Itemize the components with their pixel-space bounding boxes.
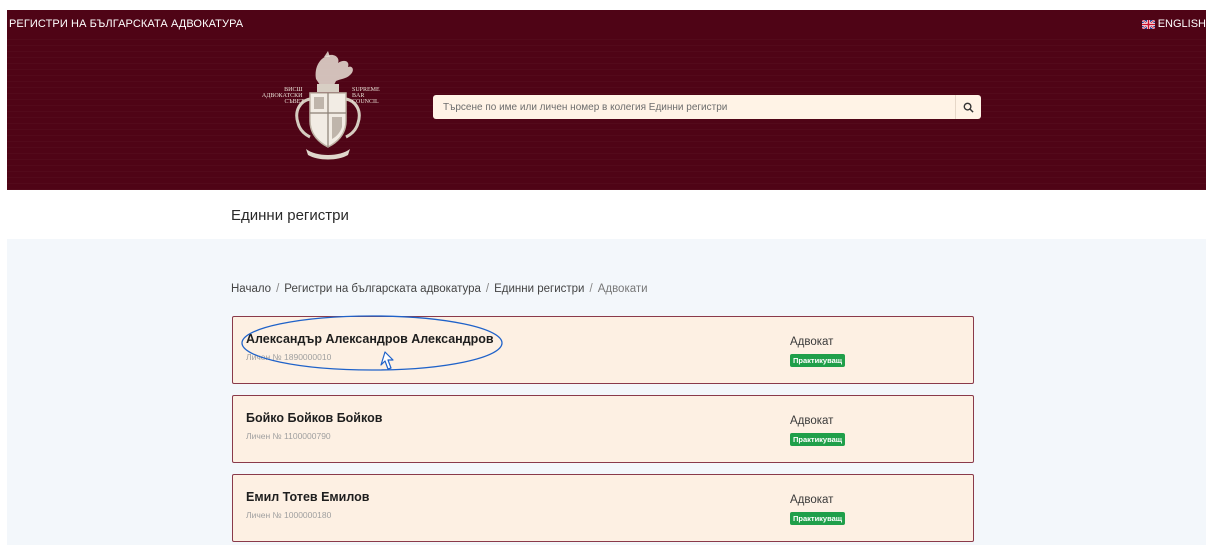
lawyer-reg-number: Личен № 1100000790 — [246, 431, 331, 441]
header-banner: ВИСШ АДВОКАТСКИ СЪВЕТ SUPREME BAR COUNCI… — [7, 38, 1206, 190]
lawyer-role: Адвокат — [790, 415, 834, 427]
breadcrumb-lawyers: Адвокати — [597, 283, 648, 295]
status-badge: Практикуващ — [790, 433, 846, 446]
lawyer-role: Адвокат — [790, 494, 834, 506]
lawyer-role: Адвокат — [790, 336, 834, 348]
lawyer-reg-number: Личен № 1000000180 — [246, 510, 332, 520]
language-label: ENGLISH — [1157, 18, 1206, 30]
breadcrumb-home[interactable]: Начало — [231, 283, 271, 295]
logo-right-text: SUPREME BAR COUNCIL — [352, 87, 381, 105]
search-icon — [963, 102, 974, 113]
search-input[interactable] — [433, 95, 955, 119]
breadcrumb-separator: / — [276, 283, 280, 295]
top-bar: РЕГИСТРИ НА БЪЛГАРСКАТА АДВОКАТУРА ENGLI… — [7, 10, 1206, 38]
breadcrumb-separator: / — [589, 283, 593, 295]
breadcrumb-separator: / — [485, 283, 490, 295]
status-badge: Практикуващ — [790, 512, 846, 525]
lawyer-reg-number: Личен № 1890000010 — [246, 352, 332, 362]
uk-flag-icon — [1141, 19, 1155, 29]
breadcrumb-unified-registers[interactable]: Единни регистри — [494, 283, 584, 295]
lawyer-card[interactable]: Емил Тотев Емилов Личен № 1000000180 Адв… — [232, 474, 974, 542]
lawyer-card[interactable]: Александър Александров Александров Личен… — [232, 316, 974, 384]
search-bar — [433, 95, 981, 119]
language-switch[interactable]: ENGLISH — [1141, 18, 1206, 30]
breadcrumb-registers[interactable]: Регистри на българската адвокатура — [284, 283, 481, 295]
main-content: Начало / Регистри на българската адвокат… — [7, 239, 1206, 545]
search-button[interactable] — [955, 95, 981, 119]
lawyer-name[interactable]: Емил Тотев Емилов — [246, 490, 369, 504]
lawyer-name[interactable]: Александър Александров Александров — [246, 332, 494, 346]
coat-of-arms-logo[interactable]: ВИСШ АДВОКАТСКИ СЪВЕТ SUPREME BAR COUNCI… — [254, 51, 399, 161]
site-title[interactable]: РЕГИСТРИ НА БЪЛГАРСКАТА АДВОКАТУРА — [9, 18, 243, 30]
lawyer-name[interactable]: Бойко Бойков Бойков — [246, 411, 382, 425]
breadcrumb: Начало / Регистри на българската адвокат… — [231, 283, 648, 295]
lawyer-card[interactable]: Бойко Бойков Бойков Личен № 1100000790 А… — [232, 395, 974, 463]
status-badge: Практикуващ — [790, 354, 846, 367]
page-title: Единни регистри — [231, 207, 349, 224]
logo-left-text: ВИСШ АДВОКАТСКИ СЪВЕТ — [262, 87, 304, 105]
